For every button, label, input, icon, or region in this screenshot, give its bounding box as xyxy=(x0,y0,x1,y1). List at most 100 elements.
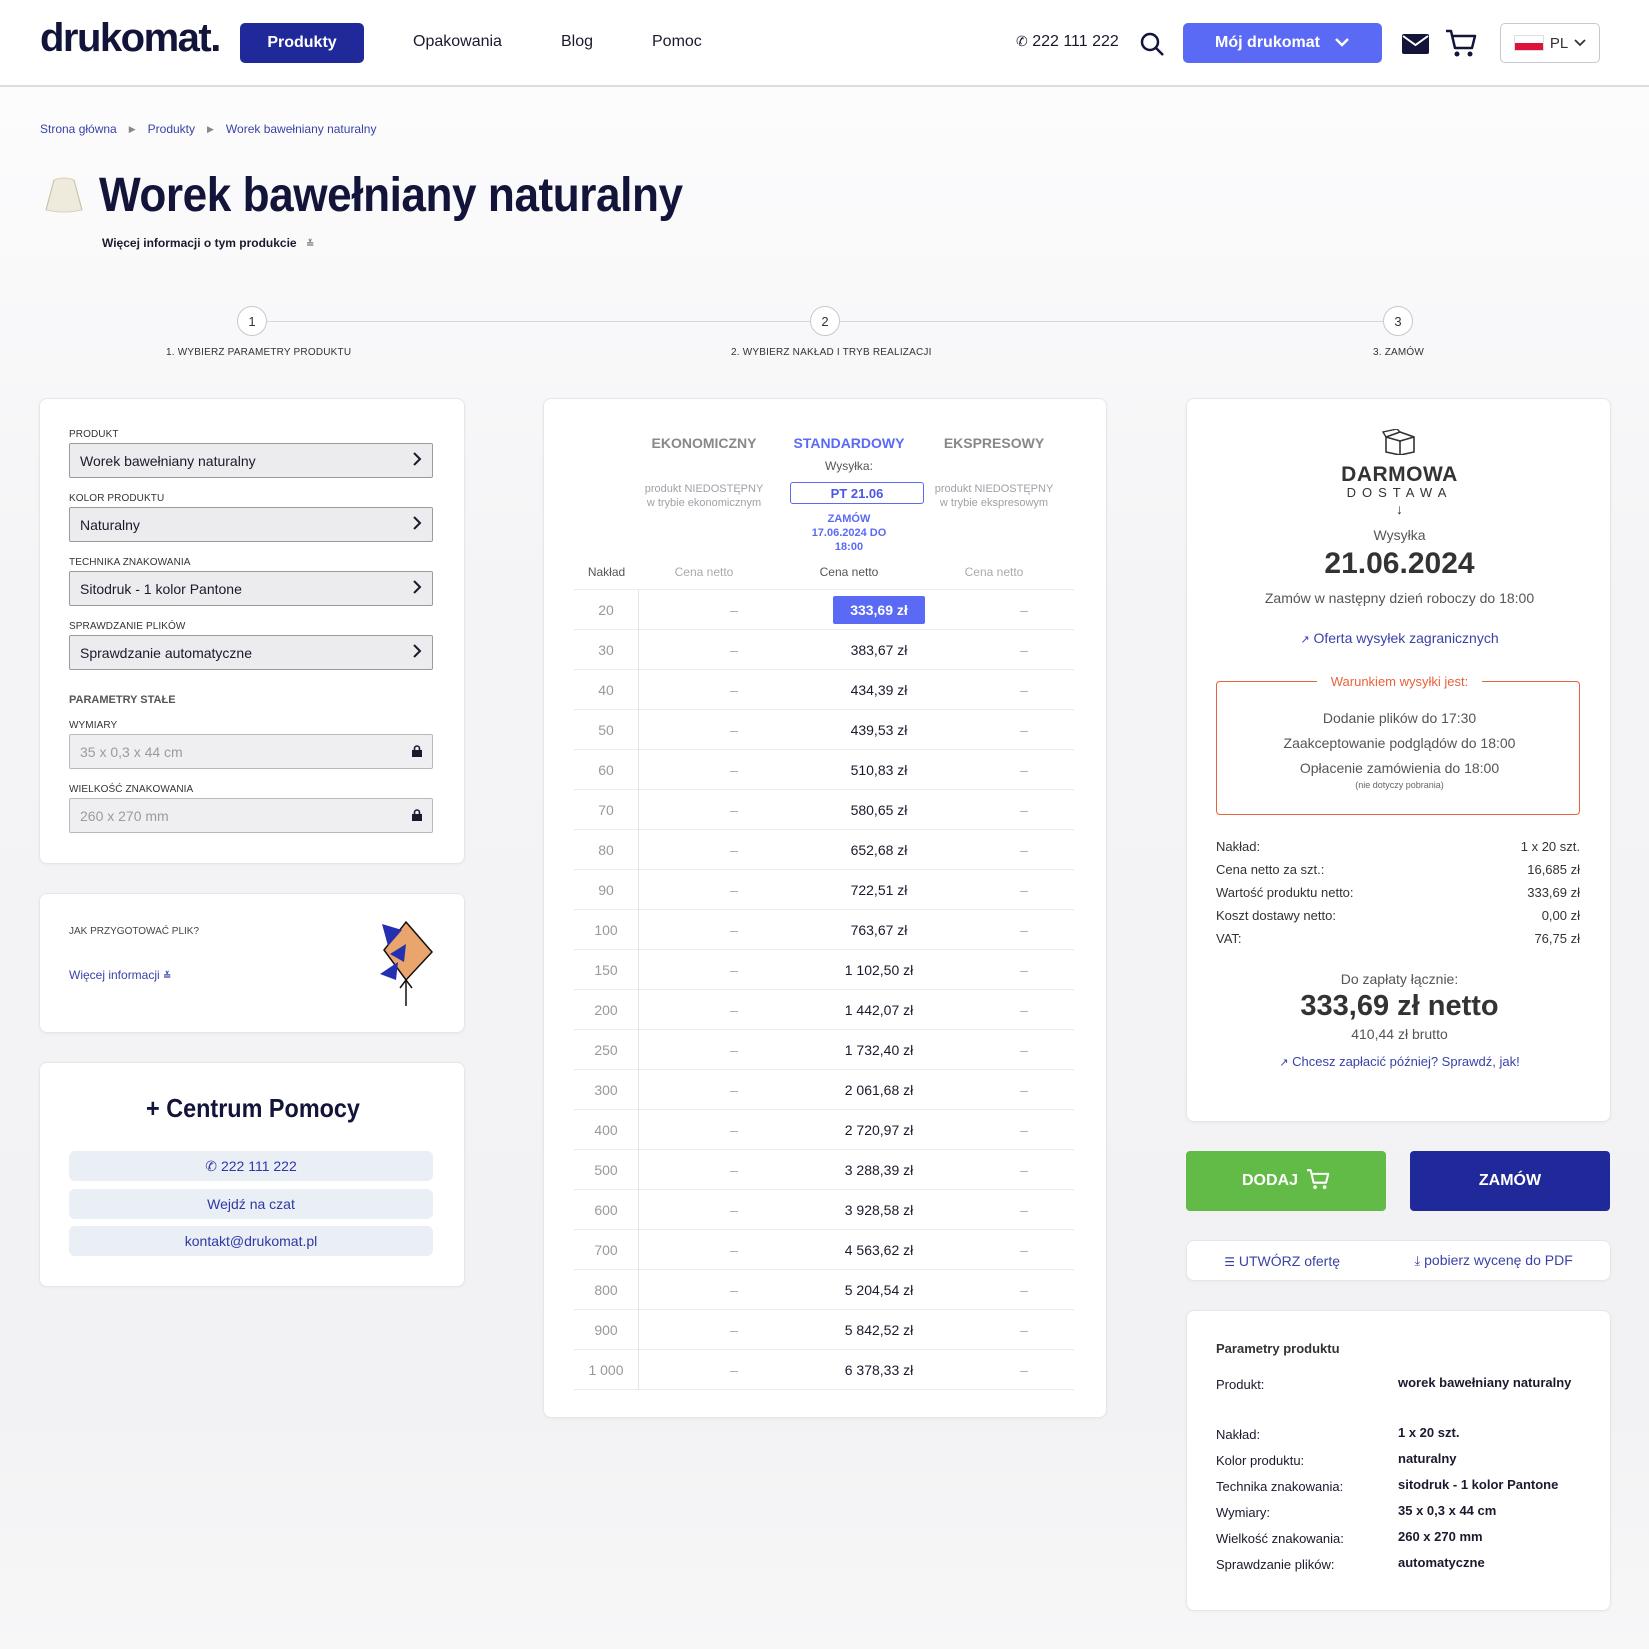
summary-row-vat: VAT: 76,75 zł xyxy=(1216,931,1580,946)
eko-unavailable: produkt NIEDOSTĘPNY w trybie ekonomiczny… xyxy=(644,483,764,509)
table-row[interactable]: 20 – 333,69 zł – xyxy=(574,590,1074,630)
intl-shipping-link[interactable]: ↗ Oferta wysyłek zagranicznych xyxy=(1187,630,1612,646)
std-price-cell[interactable]: 5 842,52 zł xyxy=(804,1310,954,1350)
order-button[interactable]: ZAMÓW xyxy=(1410,1151,1610,1211)
col-header-std-price: Cena netto xyxy=(819,565,879,579)
table-row[interactable]: 400 – 2 720,97 zł – xyxy=(574,1110,1074,1150)
breadcrumb-home[interactable]: Strona główna xyxy=(40,122,117,136)
std-price-cell[interactable]: 580,65 zł xyxy=(804,790,954,830)
table-row[interactable]: 30 – 383,67 zł – xyxy=(574,630,1074,670)
header-phone[interactable]: ✆ 222 111 222 xyxy=(1016,33,1119,51)
help-chat-button[interactable]: Wejdź na czat xyxy=(69,1189,433,1219)
std-price-cell[interactable]: 333,69 zł xyxy=(804,590,954,630)
pp-label-wielkosc: Wielkość znakowania: xyxy=(1216,1531,1344,1546)
table-row[interactable]: 1 000 – 6 378,33 zł – xyxy=(574,1350,1074,1390)
select-produkt[interactable]: Worek bawełniany naturalny xyxy=(69,443,433,478)
select-kolor[interactable]: Naturalny xyxy=(69,507,433,542)
file-prep-card: JAK PRZYGOTOWAĆ PLIK? Więcej informacji … xyxy=(39,893,465,1033)
std-price-cell[interactable]: 510,83 zł xyxy=(804,750,954,790)
table-row[interactable]: 300 – 2 061,68 zł – xyxy=(574,1070,1074,1110)
breadcrumb-products[interactable]: Produkty xyxy=(148,122,195,136)
std-price-cell[interactable]: 1 732,40 zł xyxy=(804,1030,954,1070)
std-price-cell[interactable]: 3 288,39 zł xyxy=(804,1150,954,1190)
qty-cell: 40 xyxy=(574,670,639,710)
std-price-cell[interactable]: 722,51 zł xyxy=(804,870,954,910)
price-value: 580,65 zł xyxy=(850,802,908,818)
chevrons-down-icon: ≚ xyxy=(163,971,172,982)
nav-blog[interactable]: Blog xyxy=(561,33,593,51)
order-deadline: ZAMÓW 17.06.2024 DO 18:00 xyxy=(811,513,887,553)
exp-price-cell: – xyxy=(1020,1362,1028,1378)
std-price-cell[interactable]: 1 442,07 zł xyxy=(804,990,954,1030)
table-row[interactable]: 150 – 1 102,50 zł – xyxy=(574,950,1074,990)
mail-icon[interactable] xyxy=(1401,30,1429,58)
table-row[interactable]: 80 – 652,68 zł – xyxy=(574,830,1074,870)
exp-price-cell: – xyxy=(1020,962,1028,978)
eko-price-cell: – xyxy=(730,1362,738,1378)
eko-price-cell: – xyxy=(730,1282,738,1298)
help-email-button[interactable]: kontakt@drukomat.pl xyxy=(69,1226,433,1256)
table-row[interactable]: 700 – 4 563,62 zł – xyxy=(574,1230,1074,1270)
table-row[interactable]: 70 – 580,65 zł – xyxy=(574,790,1074,830)
select-technika[interactable]: Sitodruk - 1 kolor Pantone xyxy=(69,571,433,606)
condition-1: Dodanie plików do 17:30 xyxy=(1322,710,1477,726)
std-price-cell[interactable]: 439,53 zł xyxy=(804,710,954,750)
cart-icon[interactable] xyxy=(1444,26,1478,60)
language-select[interactable]: PL xyxy=(1500,23,1600,63)
chevrons-down-icon: ≚ xyxy=(305,239,315,250)
price-value: 383,67 zł xyxy=(850,642,908,658)
flag-pl-icon xyxy=(1513,35,1544,51)
std-price-cell[interactable]: 434,39 zł xyxy=(804,670,954,710)
std-price-cell[interactable]: 2 061,68 zł xyxy=(804,1070,954,1110)
std-price-cell[interactable]: 3 928,58 zł xyxy=(804,1190,954,1230)
pp-label-kolor: Kolor produktu: xyxy=(1216,1453,1305,1468)
create-offer-link[interactable]: ☰ UTWÓRZ ofertę xyxy=(1224,1253,1340,1269)
table-row[interactable]: 800 – 5 204,54 zł – xyxy=(574,1270,1074,1310)
std-price-cell[interactable]: 6 378,33 zł xyxy=(804,1350,954,1390)
qty-cell: 200 xyxy=(574,990,639,1030)
field-label-wielkosc: WIELKOŚĆ ZNAKOWANIA xyxy=(69,784,194,795)
step-2-label: 2. WYBIERZ NAKŁAD I TRYB REALIZACJI xyxy=(731,347,932,358)
std-price-cell[interactable]: 383,67 zł xyxy=(804,630,954,670)
nav-pomoc[interactable]: Pomoc xyxy=(652,33,702,51)
std-price-cell[interactable]: 2 720,97 zł xyxy=(804,1110,954,1150)
std-price-cell[interactable]: 1 102,50 zł xyxy=(804,950,954,990)
product-bag-icon xyxy=(40,176,88,219)
search-icon[interactable] xyxy=(1138,30,1166,58)
select-sprawdzanie[interactable]: Sprawdzanie automatyczne xyxy=(69,635,433,670)
table-row[interactable]: 500 – 3 288,39 zł – xyxy=(574,1150,1074,1190)
qty-cell: 70 xyxy=(574,790,639,830)
table-row[interactable]: 40 – 434,39 zł – xyxy=(574,670,1074,710)
std-price-cell[interactable]: 763,67 zł xyxy=(804,910,954,950)
table-row[interactable]: 600 – 3 928,58 zł – xyxy=(574,1190,1074,1230)
std-price-cell[interactable]: 4 563,62 zł xyxy=(804,1230,954,1270)
nav-produkty[interactable]: Produkty xyxy=(240,23,364,63)
offer-actions-bar: ☰ UTWÓRZ ofertę ⤓ pobierz wycenę do PDF xyxy=(1186,1240,1611,1281)
pay-later-link[interactable]: ↗ Chcesz zapłacić później? Sprawdź, jak! xyxy=(1187,1054,1612,1069)
mode-standardowy[interactable]: STANDARDOWY xyxy=(774,435,924,451)
table-row[interactable]: 250 – 1 732,40 zł – xyxy=(574,1030,1074,1070)
file-prep-link[interactable]: Więcej informacji ≚ xyxy=(69,968,171,982)
nav-opakowania[interactable]: Opakowania xyxy=(413,33,502,51)
more-info-toggle[interactable]: Więcej informacji o tym produkcie ≚ xyxy=(102,236,314,250)
exp-unavailable: produkt NIEDOSTĘPNY w trybie ekspresowym xyxy=(934,483,1054,509)
table-row[interactable]: 50 – 439,53 zł – xyxy=(574,710,1074,750)
add-to-cart-button[interactable]: DODAJ xyxy=(1186,1151,1386,1211)
qty-cell: 50 xyxy=(574,710,639,750)
download-pdf-link[interactable]: ⤓ pobierz wycenę do PDF xyxy=(1414,1252,1572,1269)
table-row[interactable]: 60 – 510,83 zł – xyxy=(574,750,1074,790)
pp-value-technika: sitodruk - 1 kolor Pantone xyxy=(1398,1477,1559,1492)
std-price-cell[interactable]: 652,68 zł xyxy=(804,830,954,870)
help-phone-button[interactable]: ✆ 222 111 222 xyxy=(69,1151,433,1181)
table-row[interactable]: 90 – 722,51 zł – xyxy=(574,870,1074,910)
exp-price-cell: – xyxy=(1020,842,1028,858)
std-price-cell[interactable]: 5 204,54 zł xyxy=(804,1270,954,1310)
help-center-card: + Centrum Pomocy ✆ 222 111 222 Wejdź na … xyxy=(39,1062,465,1287)
my-account-button[interactable]: Mój drukomat xyxy=(1183,23,1382,63)
table-row[interactable]: 900 – 5 842,52 zł – xyxy=(574,1310,1074,1350)
pp-value-kolor: naturalny xyxy=(1398,1451,1457,1466)
table-row[interactable]: 100 – 763,67 zł – xyxy=(574,910,1074,950)
table-row[interactable]: 200 – 1 442,07 zł – xyxy=(574,990,1074,1030)
logo[interactable]: drukomat. xyxy=(40,16,221,61)
price-value: 3 288,39 zł xyxy=(844,1162,914,1178)
